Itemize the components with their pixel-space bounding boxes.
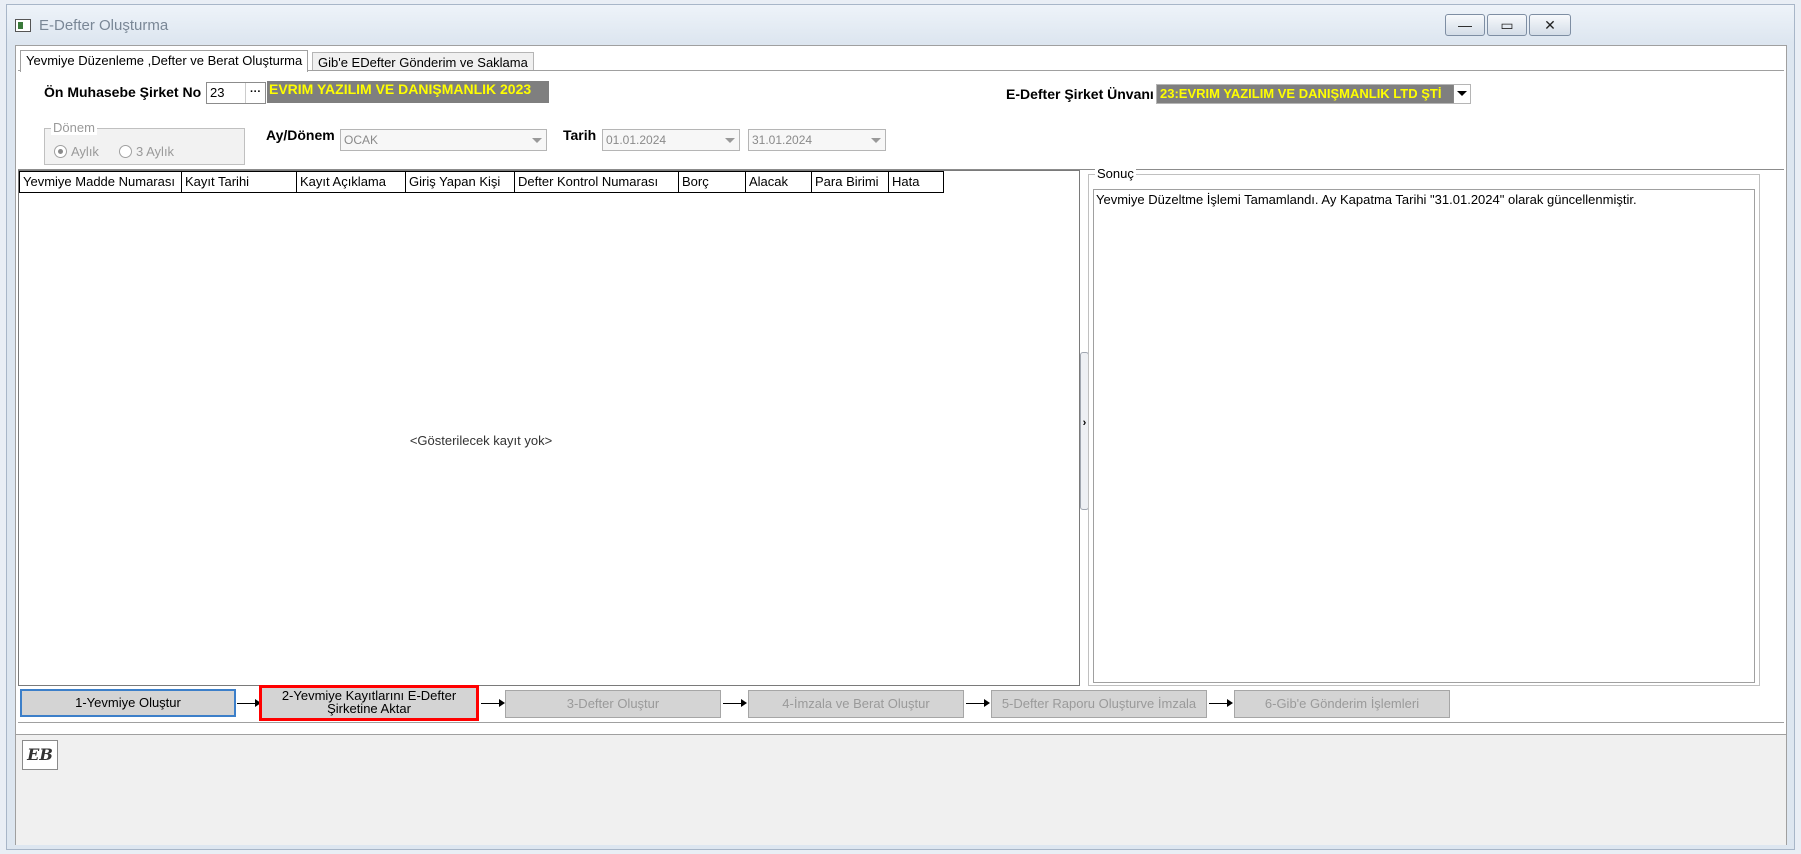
edefter-company-select[interactable]: 23:EVRIM YAZILIM VE DANIŞMANLIK LTD ŞTİ (1156, 84, 1471, 104)
chevron-down-icon (1457, 91, 1467, 96)
step-2-button[interactable]: 2-Yevmiye Kayıtlarını E-Defter Şirketine… (259, 685, 479, 721)
col-yevmiye-madde[interactable]: Yevmiye Madde Numarası (19, 171, 182, 193)
arrow-right-icon (723, 697, 749, 709)
grid-header: Yevmiye Madde Numarası Kayıt Tarihi Kayı… (19, 171, 944, 193)
chevron-down-icon (532, 138, 542, 143)
tarih-end-picker[interactable]: 31.01.2024 (748, 129, 886, 151)
step-1-button[interactable]: 1-Yevmiye Oluştur (20, 689, 236, 717)
on-muhasebe-input[interactable]: 23 ··· (206, 82, 266, 104)
on-muhasebe-value: 23 (210, 85, 225, 100)
col-defter-kontrol[interactable]: Defter Kontrol Numarası (515, 171, 679, 193)
title-bar[interactable]: E-Defter Oluşturma — ▭ ✕ (7, 5, 1794, 43)
col-hata[interactable]: Hata (889, 171, 944, 193)
radio-selected-icon (54, 145, 67, 158)
edefter-dropdown-toggle[interactable] (1453, 85, 1470, 103)
window-title: E-Defter Oluşturma (39, 17, 169, 34)
arrow-right-icon (966, 697, 992, 709)
col-borc[interactable]: Borç (679, 171, 746, 193)
step-6-button[interactable]: 6-Gib'e Gönderim İşlemleri (1234, 690, 1450, 718)
minimize-button[interactable]: — (1445, 14, 1485, 36)
result-title: Sonuç (1095, 166, 1136, 181)
on-muhasebe-label: Ön Muhasebe Şirket No (44, 84, 202, 100)
col-kayit-aciklama[interactable]: Kayıt Açıklama (297, 171, 406, 193)
main-window: E-Defter Oluşturma — ▭ ✕ Yevmiye Düzenle… (6, 4, 1795, 850)
client-area: Yevmiye Düzenleme ,Defter ve Berat Oluşt… (15, 45, 1787, 845)
arrow-right-icon (481, 697, 507, 709)
close-button[interactable]: ✕ (1529, 14, 1571, 36)
radio-unselected-icon (119, 145, 132, 158)
arrow-right-icon (1209, 697, 1235, 709)
company-name-display: EVRIM YAZILIM VE DANIŞMANLIK 2023 (267, 81, 549, 103)
col-alacak[interactable]: Alacak (746, 171, 812, 193)
tarih-start-picker[interactable]: 01.01.2024 (602, 129, 740, 151)
tab-yevmiye-duzenleme[interactable]: Yevmiye Düzenleme ,Defter ve Berat Oluşt… (20, 50, 309, 72)
donem-groupbox: Dönem Aylık 3 Aylık (44, 120, 245, 165)
journal-grid[interactable]: Yevmiye Madde Numarası Kayıt Tarihi Kayı… (18, 170, 1080, 686)
ay-donem-select[interactable]: OCAK (340, 129, 547, 151)
col-kayit-tarihi[interactable]: Kayıt Tarihi (182, 171, 297, 193)
step-5-button[interactable]: 5-Defter Raporu Oluşturve İmzala (991, 690, 1207, 718)
tab-panel: Ön Muhasebe Şirket No 23 ··· EVRIM YAZIL… (18, 70, 1784, 841)
edefter-company-label: E-Defter Şirket Ünvanı (1006, 86, 1154, 102)
result-textarea[interactable]: Yevmiye Düzeltme İşlemi Tamamlandı. Ay K… (1093, 189, 1755, 683)
lookup-button[interactable]: ··· (245, 83, 265, 103)
radio-3-aylik-label: 3 Aylık (136, 144, 175, 159)
bottom-toolbar: EB (16, 734, 1786, 845)
edefter-company-value: 23:EVRIM YAZILIM VE DANIŞMANLIK LTD ŞTİ (1160, 86, 1442, 101)
tarih-end-value: 31.01.2024 (752, 133, 813, 147)
ay-donem-value: OCAK (344, 133, 379, 147)
chevron-down-icon (871, 138, 881, 143)
radio-3-aylik[interactable]: 3 Aylık (119, 144, 174, 159)
step-4-button[interactable]: 4-İmzala ve Berat Oluştur (748, 690, 964, 718)
radio-aylik-label: Aylık (71, 144, 99, 159)
steps-divider (18, 722, 1784, 723)
expand-arrow-icon: › (1082, 417, 1087, 429)
step-3-button[interactable]: 3-Defter Oluştur (505, 690, 721, 718)
maximize-button[interactable]: ▭ (1487, 14, 1527, 36)
tarih-label: Tarih (563, 127, 597, 143)
ay-donem-label: Ay/Dönem (266, 127, 335, 143)
tab-gib-gonderim[interactable]: Gib'e EDefter Gönderim ve Saklama (312, 52, 534, 71)
col-para-birimi[interactable]: Para Birimi (812, 171, 889, 193)
app-icon (15, 19, 31, 32)
result-groupbox: Sonuç Yevmiye Düzeltme İşlemi Tamamlandı… (1088, 166, 1760, 686)
chevron-down-icon (725, 138, 735, 143)
logo-button[interactable]: EB (22, 740, 58, 770)
col-giris-yapan[interactable]: Giriş Yapan Kişi (406, 171, 515, 193)
radio-aylik[interactable]: Aylık (54, 144, 99, 159)
tarih-start-value: 01.01.2024 (606, 133, 667, 147)
grid-empty-message: <Gösterilecek kayıt yok> (409, 433, 553, 448)
donem-title: Dönem (51, 120, 97, 135)
